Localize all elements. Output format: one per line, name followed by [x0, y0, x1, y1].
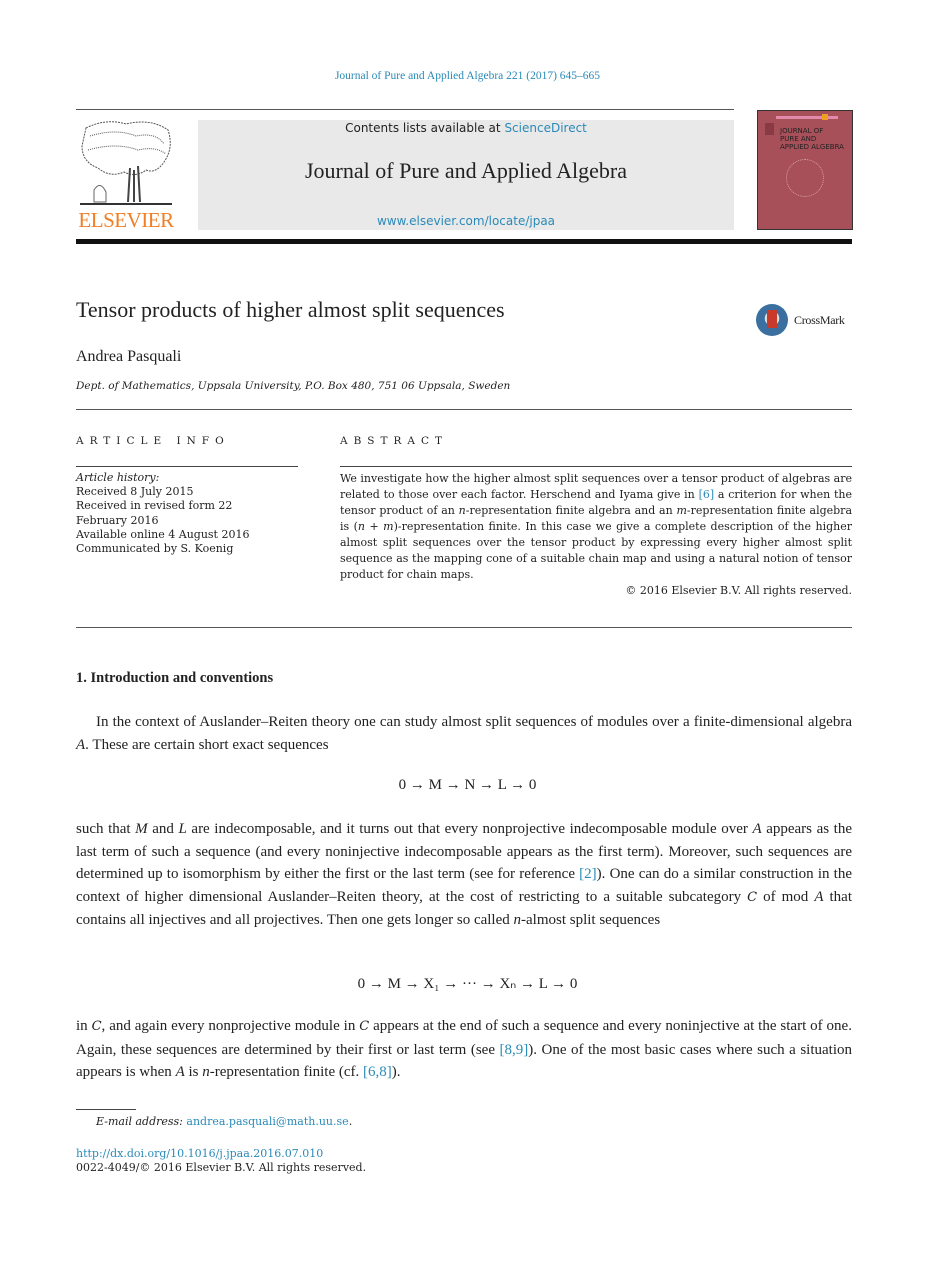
doi-link[interactable]: http://dx.doi.org/10.1016/j.jpaa.2016.07… [76, 1147, 323, 1160]
journal-reference[interactable]: Journal of Pure and Applied Algebra 221 … [0, 70, 935, 82]
history-item: Received 8 July 2015 [76, 485, 194, 499]
crossmark-button[interactable]: CrossMark [756, 304, 856, 340]
citation-link[interactable]: [8,9] [500, 1042, 529, 1058]
sciencedirect-link[interactable]: ScienceDirect [504, 121, 586, 135]
cover-art-icon [786, 159, 824, 197]
contents-line: Contents lists available at ScienceDirec… [345, 121, 587, 135]
abstract-copyright: © 2016 Elsevier B.V. All rights reserved… [625, 584, 852, 597]
issn-copyright: 0022-4049/© 2016 Elsevier B.V. All right… [76, 1161, 367, 1174]
crossmark-ribbon-icon [767, 310, 777, 328]
paragraph: in C, and again every nonprojective modu… [76, 1018, 852, 1080]
article-title: Tensor products of higher almost split s… [76, 297, 505, 322]
author-affiliation: Dept. of Mathematics, Uppsala University… [76, 380, 511, 392]
cover-decoration [822, 114, 828, 120]
article-history: Article history: Received 8 July 2015 Re… [76, 471, 306, 556]
cover-decoration [776, 116, 838, 119]
equation: 0 → M → X₁ → ··· → Xₙ → L → 0 [357, 976, 578, 992]
cover-title: JOURNAL OF PURE AND APPLIED ALGEBRA [780, 127, 844, 151]
history-item: Received in revised form 22 [76, 499, 233, 513]
divider [76, 466, 298, 467]
history-item: February 2016 [76, 513, 159, 527]
tree-icon [80, 121, 172, 205]
author-name: Andrea Pasquali [76, 348, 182, 365]
email-link[interactable]: andrea.pasquali@math.uu.se [186, 1115, 348, 1128]
divider [340, 466, 852, 467]
cover-emblem-icon [765, 123, 774, 135]
history-item: Available online 4 August 2016 [76, 527, 250, 541]
paragraph: such that M and L are indecomposable, an… [76, 821, 853, 928]
journal-cover: JOURNAL OF PURE AND APPLIED ALGEBRA [757, 110, 853, 230]
journal-title: Journal of Pure and Applied Algebra [305, 158, 627, 183]
article-info-heading: ARTICLE INFO [76, 435, 230, 447]
abstract-text: We investigate how the higher almost spl… [340, 472, 853, 597]
citation-link[interactable]: [6,8] [363, 1064, 392, 1080]
header-rule [76, 109, 734, 110]
elsevier-wordmark: ELSEVIER [78, 208, 174, 232]
equation: 0 → M → N → L → 0 [398, 777, 537, 793]
footnote-email: E-mail address: andrea.pasquali@math.uu.… [96, 1115, 353, 1128]
history-item: Communicated by S. Koenig [76, 542, 234, 556]
citation-link[interactable]: [2] [579, 866, 597, 882]
journal-url-link[interactable]: www.elsevier.com/locate/jpaa [198, 214, 734, 228]
header-thick-rule [76, 239, 852, 244]
abstract-heading: ABSTRACT [340, 435, 449, 447]
paragraph: In the context of Auslander–Reiten theor… [76, 714, 852, 753]
elsevier-logo: ELSEVIER [76, 118, 176, 233]
citation-link[interactable]: [6] [699, 488, 715, 501]
section-heading: 1. Introduction and conventions [76, 670, 274, 686]
divider [76, 409, 852, 410]
divider [76, 627, 852, 628]
journal-masthead: Contents lists available at ScienceDirec… [198, 120, 734, 230]
footnote-rule [76, 1109, 136, 1110]
